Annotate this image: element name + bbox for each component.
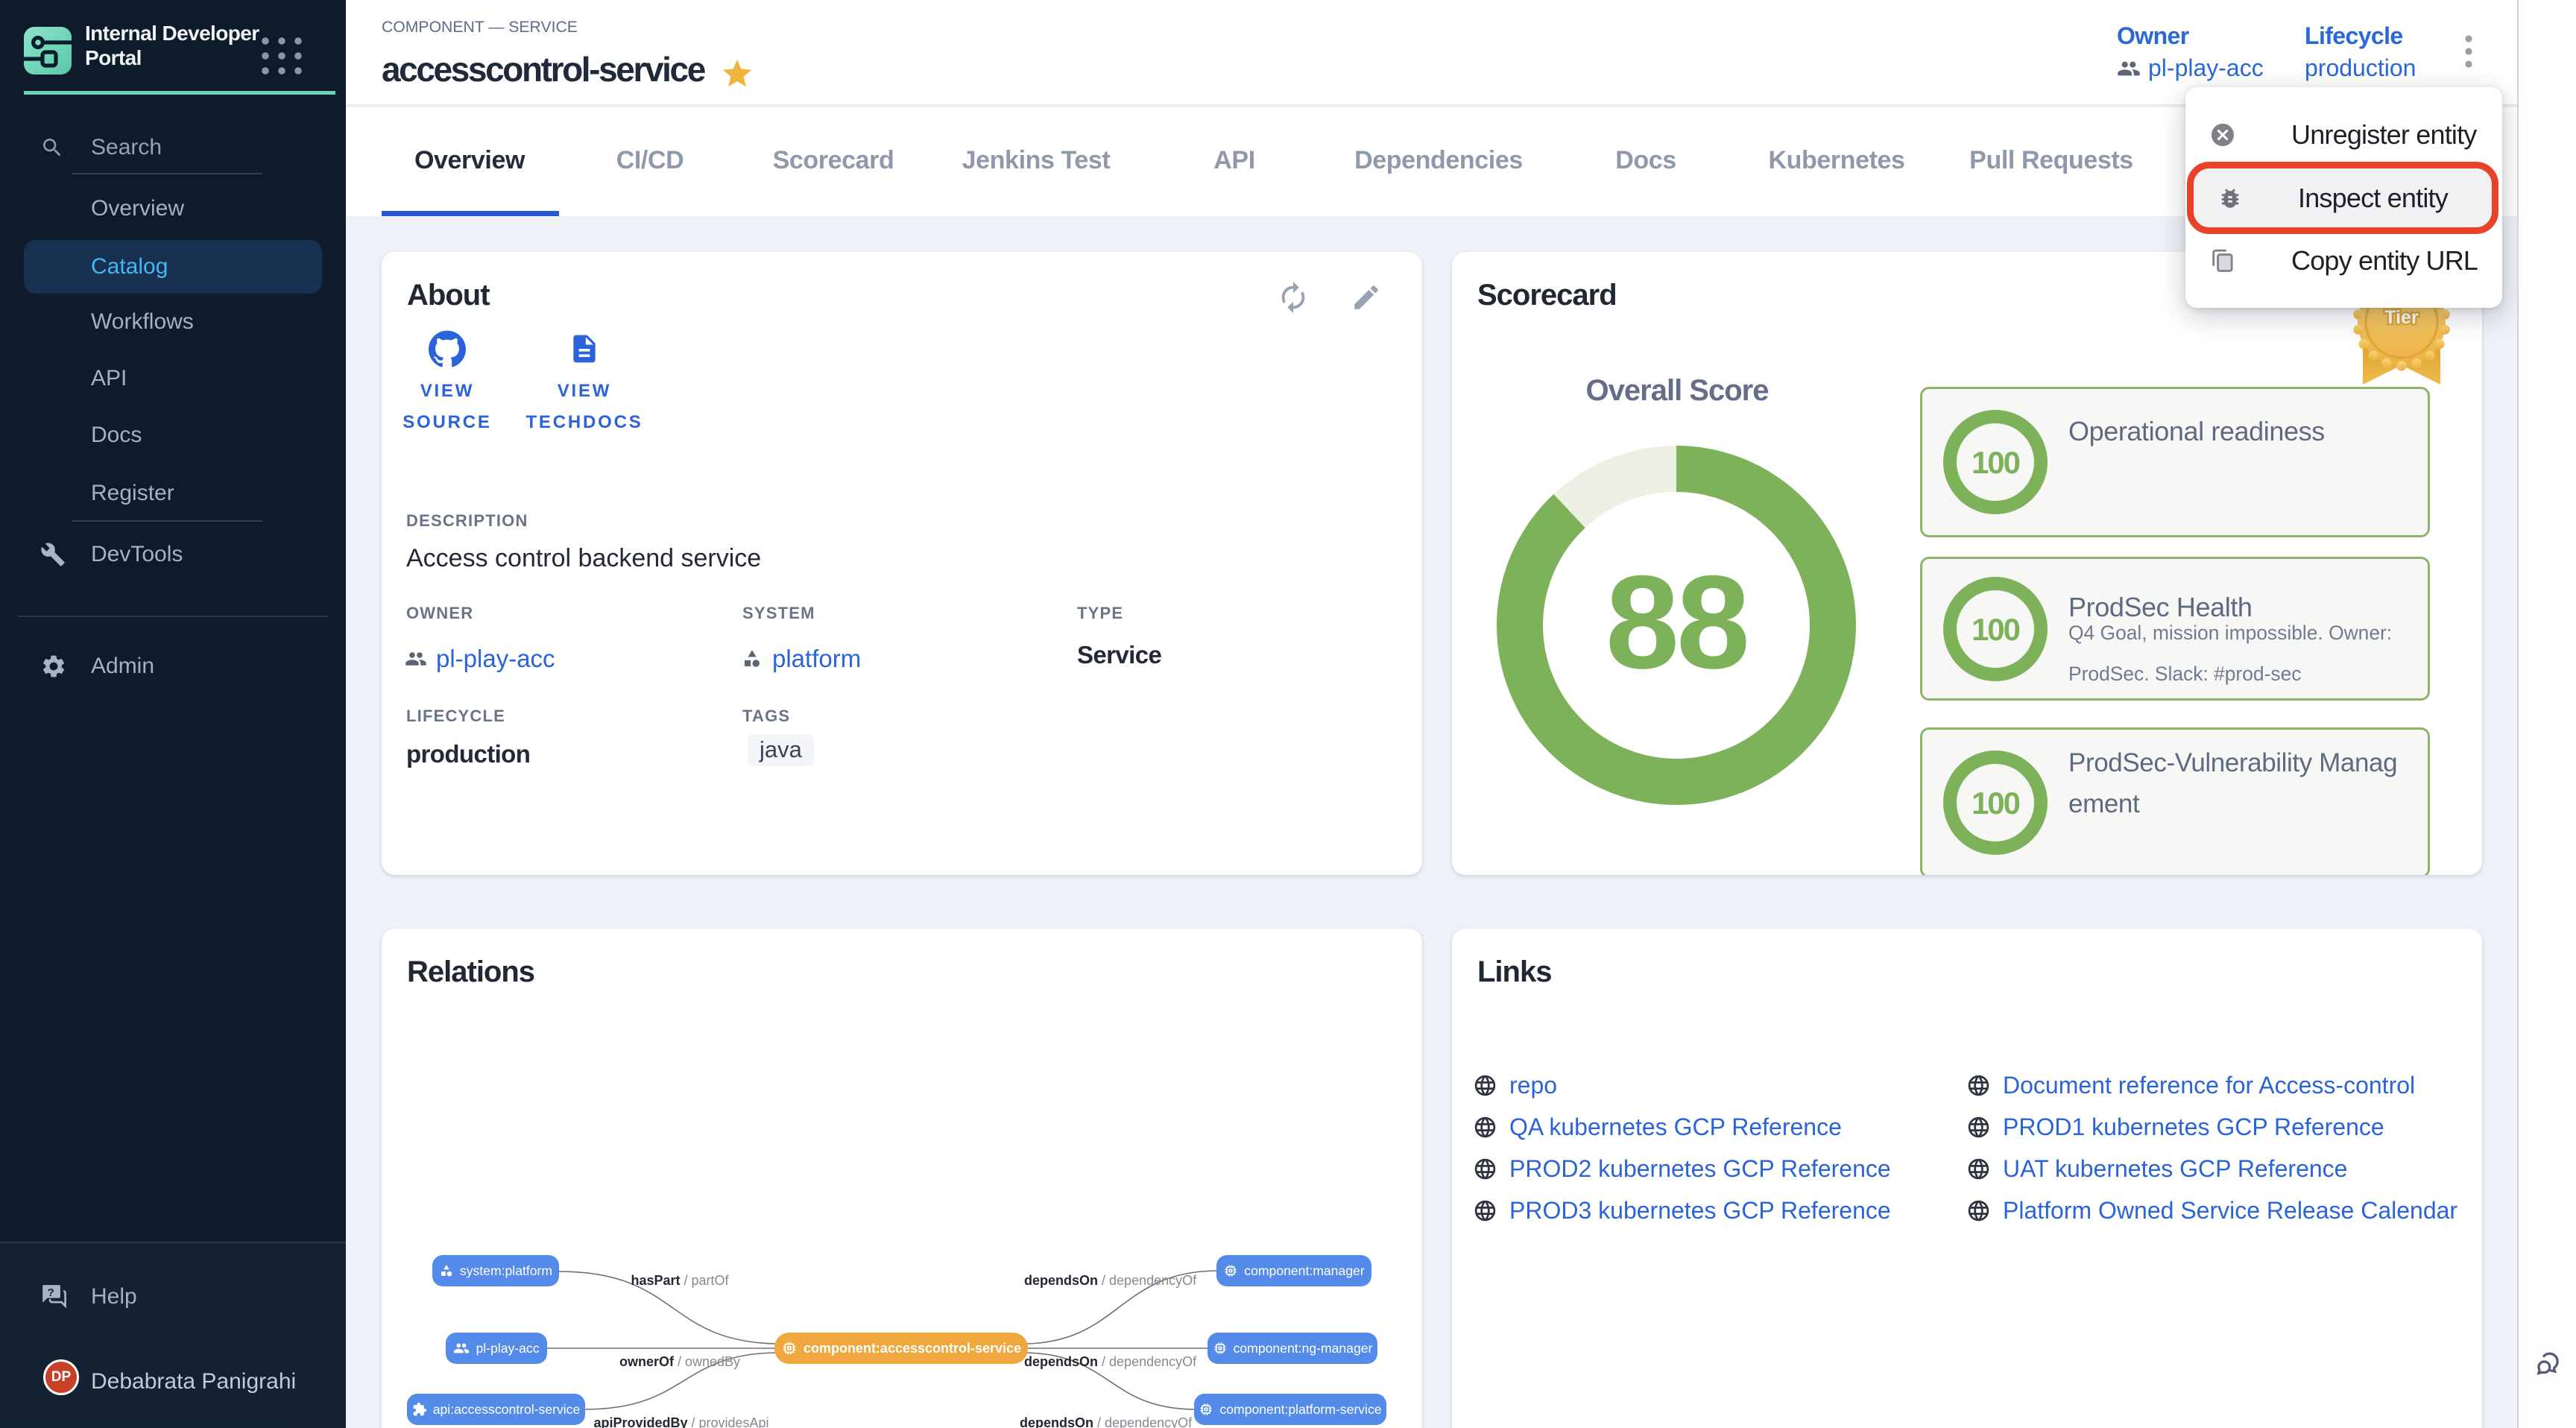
svg-text:Tier: Tier [2384,307,2419,328]
svg-text:88: 88 [1606,548,1747,696]
svg-text:100: 100 [1972,445,2020,480]
svg-text:?: ? [48,1286,54,1299]
svg-text:100: 100 [1972,612,2020,647]
svg-text:100: 100 [1972,786,2020,821]
